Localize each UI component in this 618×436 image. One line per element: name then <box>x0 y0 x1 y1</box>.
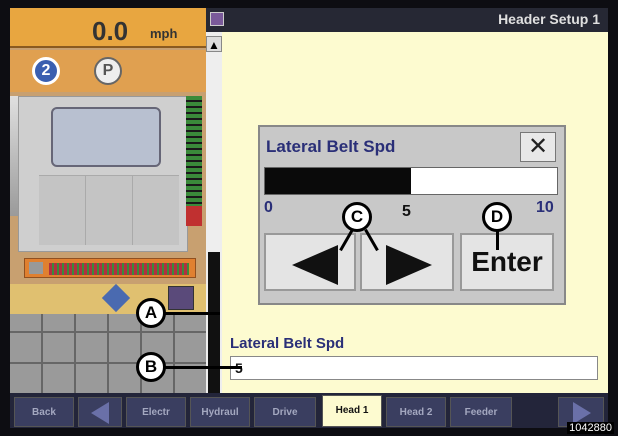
tab-bar: Back Electr Hydraul Drive Head 1 Head 2 … <box>10 393 608 428</box>
enter-button[interactable]: Enter <box>460 233 554 291</box>
tab-head-1[interactable]: Head 1 <box>322 395 382 427</box>
field-label: Lateral Belt Spd <box>230 335 345 352</box>
speed-value: 0.0 <box>92 16 129 46</box>
current-value: 5 <box>402 203 411 220</box>
combine-icon <box>51 107 161 167</box>
tab-prev-arrow[interactable] <box>78 397 122 427</box>
gear-icon[interactable]: 2 <box>32 57 60 85</box>
rpm-gauge <box>186 96 202 226</box>
scroll-thumb[interactable] <box>208 252 220 393</box>
title-bar: Header Setup 1 <box>206 8 608 32</box>
header-icon <box>29 262 43 274</box>
close-button[interactable]: ✕ <box>520 132 556 162</box>
arrow-left-icon <box>91 402 109 424</box>
status-panel: 0.0 mph 2 P <box>10 8 206 393</box>
scrollbar[interactable]: ▲ <box>206 32 222 393</box>
speed-bar: 0.0 mph <box>10 8 206 48</box>
tab-feeder[interactable]: Feeder <box>450 397 512 427</box>
value-dialog: Lateral Belt Spd ✕ 0 5 10 Enter <box>258 125 566 305</box>
callout-a-leader <box>162 312 220 315</box>
decrease-button[interactable] <box>264 233 356 291</box>
callout-b-leader <box>162 366 242 369</box>
callout-d: D <box>482 202 512 232</box>
combine-diagram <box>18 96 188 252</box>
min-label: 0 <box>264 199 273 216</box>
main-panel: Lateral Belt Spd ✕ 0 5 10 Enter Lateral … <box>222 32 608 393</box>
tab-hydraul[interactable]: Hydraul <box>190 397 250 427</box>
header-position-bar <box>24 258 196 278</box>
figure-number: 1042880 <box>567 422 614 434</box>
tab-back[interactable]: Back <box>14 397 74 427</box>
dialog-title: Lateral Belt Spd <box>266 137 396 156</box>
callout-a: A <box>136 298 166 328</box>
display-screen: 0.0 mph 2 P Header Setup 1 ▲ Lateral Bel… <box>10 8 608 428</box>
tile-icon[interactable] <box>168 286 194 310</box>
max-label: 10 <box>536 199 554 216</box>
page-title: Header Setup 1 <box>498 11 600 27</box>
value-progress-bar <box>264 167 558 195</box>
scroll-up-button[interactable]: ▲ <box>206 36 222 52</box>
function-grid <box>39 175 179 245</box>
menu-icon[interactable] <box>210 12 224 26</box>
tab-drive[interactable]: Drive <box>254 397 316 427</box>
tab-electr[interactable]: Electr <box>126 397 186 427</box>
arrow-left-icon <box>292 245 338 285</box>
gear-row: 2 P <box>10 50 206 92</box>
arrow-right-icon <box>573 402 591 424</box>
park-icon[interactable]: P <box>94 57 122 85</box>
progress-fill <box>265 168 411 194</box>
speed-unit: mph <box>150 26 178 41</box>
tab-head-2[interactable]: Head 2 <box>386 397 446 427</box>
level-gauge <box>10 96 18 216</box>
position-scale <box>49 263 189 275</box>
arrow-right-icon <box>386 245 432 285</box>
value-field[interactable]: 5 <box>230 356 598 380</box>
callout-b: B <box>136 352 166 382</box>
callout-c: C <box>342 202 372 232</box>
